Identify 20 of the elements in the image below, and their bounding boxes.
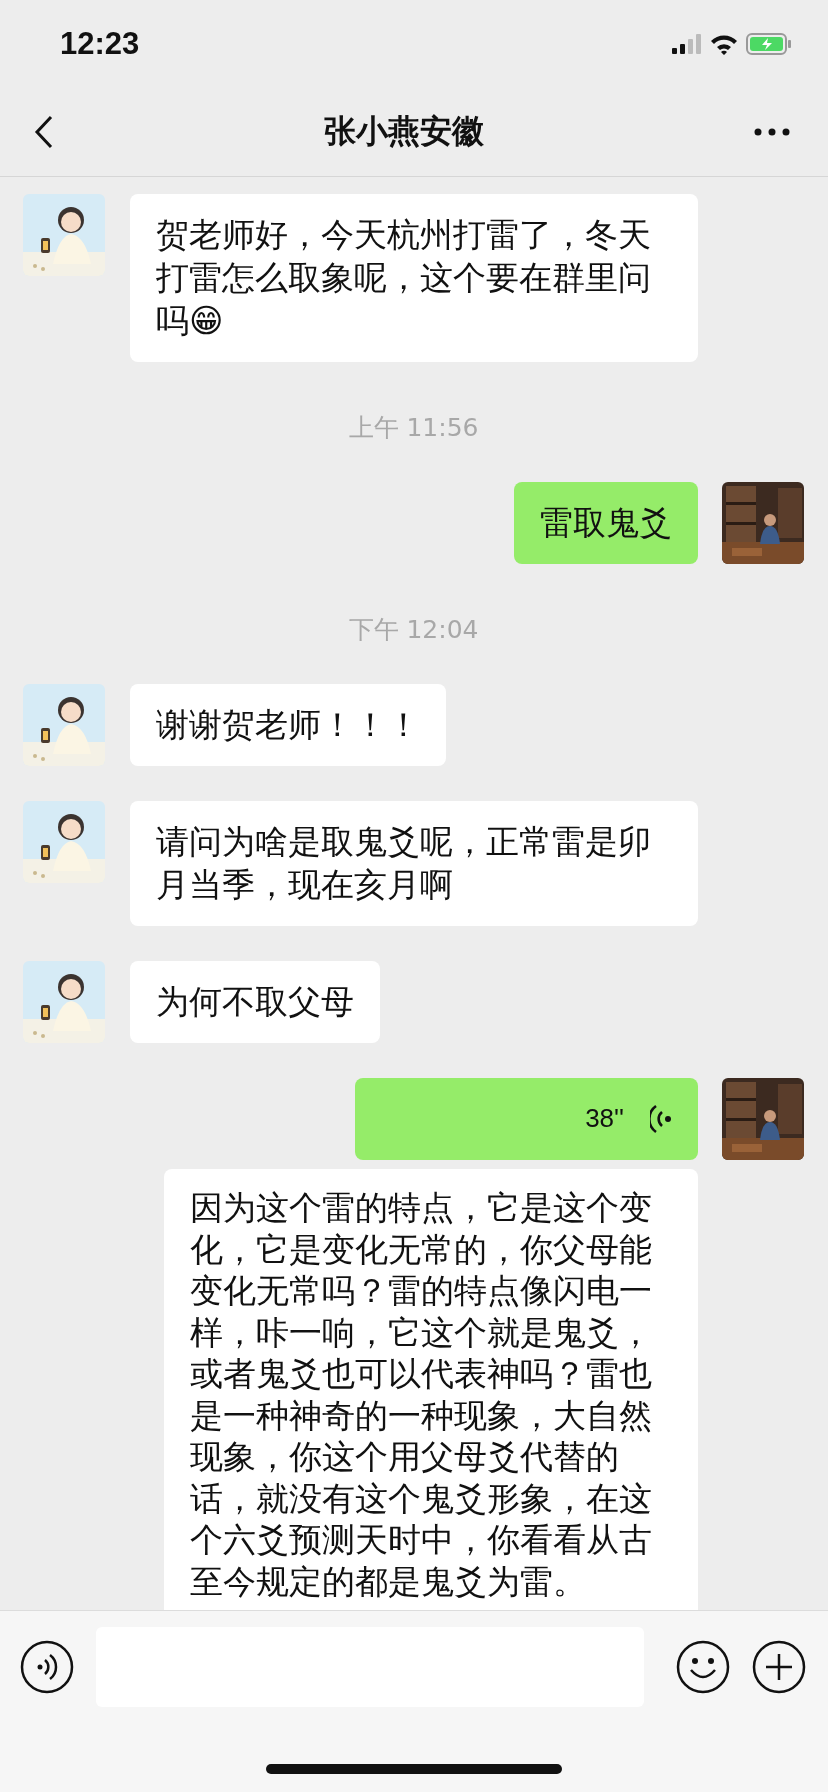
plus-icon[interactable]: [752, 1640, 806, 1694]
voice-icon: [650, 1102, 672, 1135]
more-icon[interactable]: [754, 128, 790, 136]
wifi-icon: [710, 33, 738, 55]
status-time: 12:23: [60, 26, 140, 62]
message-bubble[interactable]: 请问为啥是取鬼爻呢，正常雷是卯月当季，现在亥月啊: [130, 801, 698, 926]
emoji-icon[interactable]: [676, 1640, 730, 1694]
message-bubble[interactable]: 为何不取父母: [130, 961, 380, 1043]
voice-transcript: 因为这个雷的特点，它是这个变化，它是变化无常的，你父母能变化无常吗？雷的特点像闪电一样，咔一响，它这个就是鬼爻，或者鬼爻也可以代表神吗？雷也是一种神奇的一种现象，大自然现象，你这个用父母爻代替的话，就没有这个鬼爻形象，在这个六爻预测天时中，你看看从古至今规定的都是鬼爻为雷。: [164, 1169, 698, 1610]
message-bubble[interactable]: 谢谢贺老师！！！: [130, 684, 446, 766]
timestamp: 下午 12:04: [348, 614, 479, 646]
back-icon[interactable]: [34, 115, 54, 149]
timestamp: 上午 11:56: [348, 412, 479, 444]
chat-title: 张小燕安徽: [324, 111, 484, 152]
message-bubble[interactable]: 贺老师好，今天杭州打雷了，冬天打雷怎么取象呢，这个要在群里问吗😁: [130, 194, 698, 362]
signal-icon: [672, 34, 702, 54]
voice-input-icon[interactable]: [20, 1640, 74, 1694]
battery-icon: [746, 33, 792, 55]
message-bubble[interactable]: 雷取鬼爻: [514, 482, 698, 564]
voice-message[interactable]: 38'': [355, 1078, 698, 1160]
